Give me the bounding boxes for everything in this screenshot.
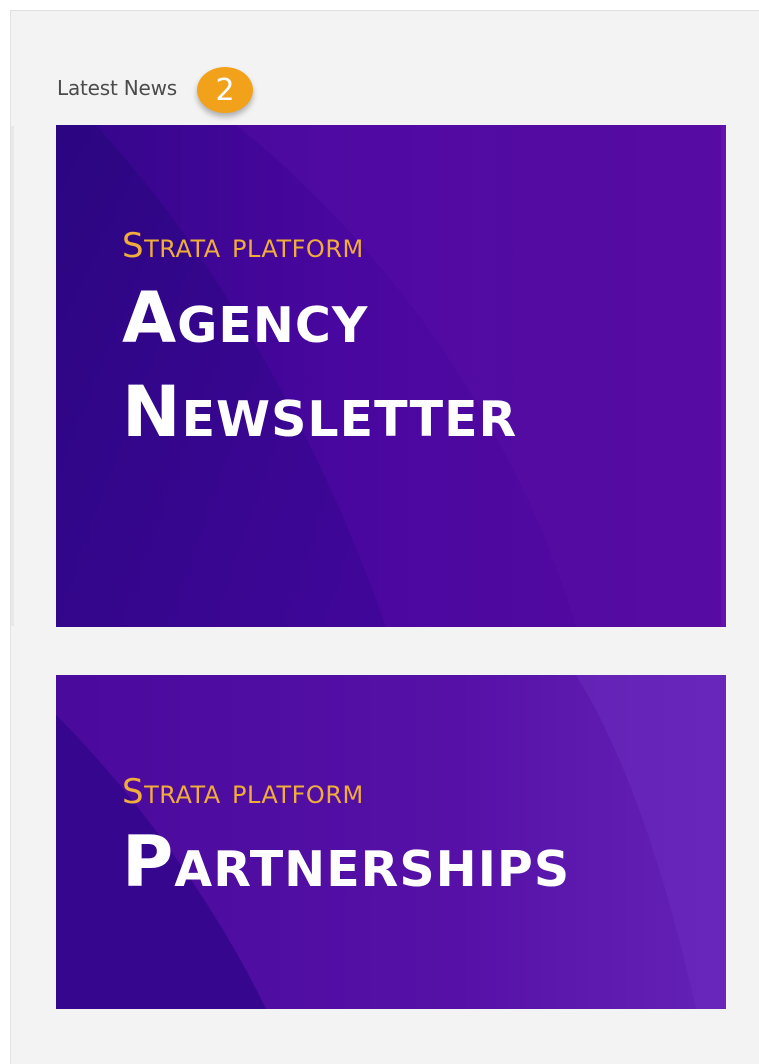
news-card-text: Strata platform Partnerships bbox=[122, 775, 570, 909]
latest-news-panel: Latest News 2 Strata platform Agency New… bbox=[10, 10, 759, 1064]
news-card-kicker: Strata platform bbox=[122, 772, 364, 812]
news-count-badge: 2 bbox=[197, 67, 254, 113]
news-card-headline-line2: Newsletter bbox=[122, 371, 518, 453]
news-card-headline-line1: Agency bbox=[122, 277, 369, 359]
news-card-partnerships[interactable]: Strata platform Partnerships bbox=[56, 675, 726, 1009]
news-card-text: Strata platform Agency Newsletter bbox=[122, 229, 682, 459]
news-card-headline-line1: Partnerships bbox=[122, 821, 571, 903]
news-card-agency-newsletter[interactable]: Strata platform Agency Newsletter bbox=[56, 125, 726, 627]
latest-news-header: Latest News 2 bbox=[57, 63, 254, 113]
news-card-kicker: Strata platform bbox=[122, 226, 364, 266]
section-title: Latest News bbox=[57, 76, 178, 100]
panel-divider bbox=[11, 126, 14, 626]
